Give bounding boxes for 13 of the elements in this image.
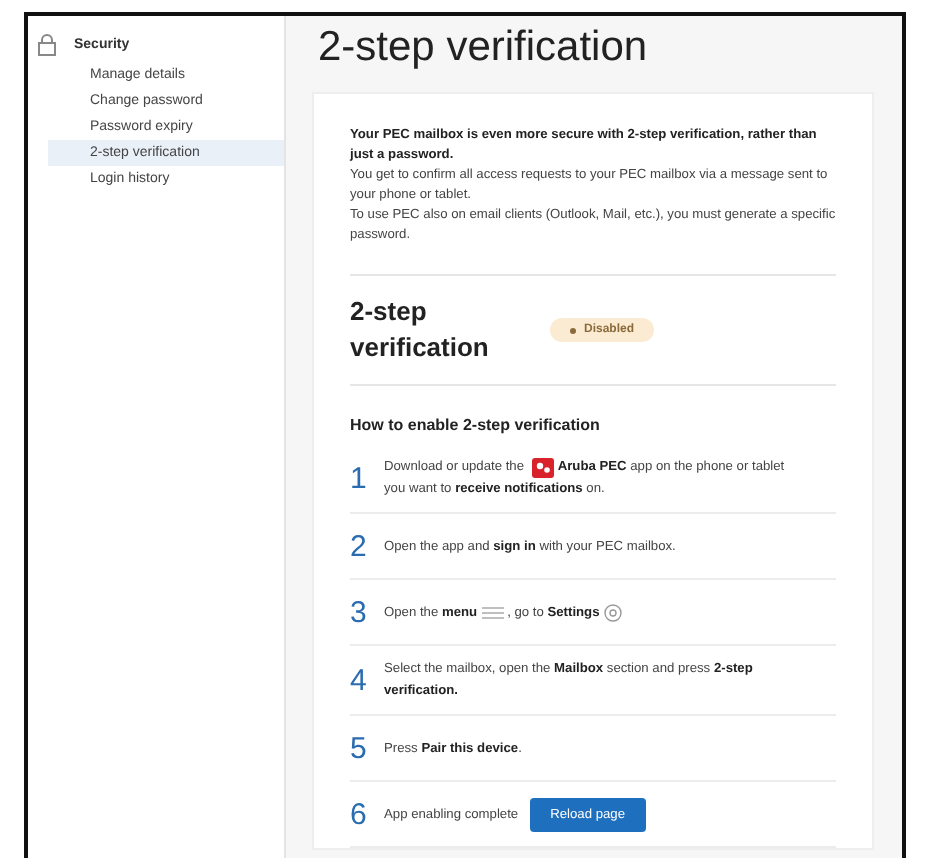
step-number: 2 xyxy=(350,529,368,563)
step-number: 6 xyxy=(350,797,368,831)
lock-icon xyxy=(38,34,56,56)
section-heading: 2-step verification xyxy=(350,294,491,366)
steps-title: How to enable 2-step verification xyxy=(350,416,602,434)
step-number: 3 xyxy=(350,595,368,629)
step-number: 5 xyxy=(350,731,368,765)
gear-icon xyxy=(603,603,622,621)
app-icon xyxy=(531,457,554,477)
step-number: 4 xyxy=(350,663,368,697)
page-title: 2-step verification xyxy=(318,24,650,72)
step-number: 1 xyxy=(350,461,368,495)
menu-icon xyxy=(481,605,504,619)
